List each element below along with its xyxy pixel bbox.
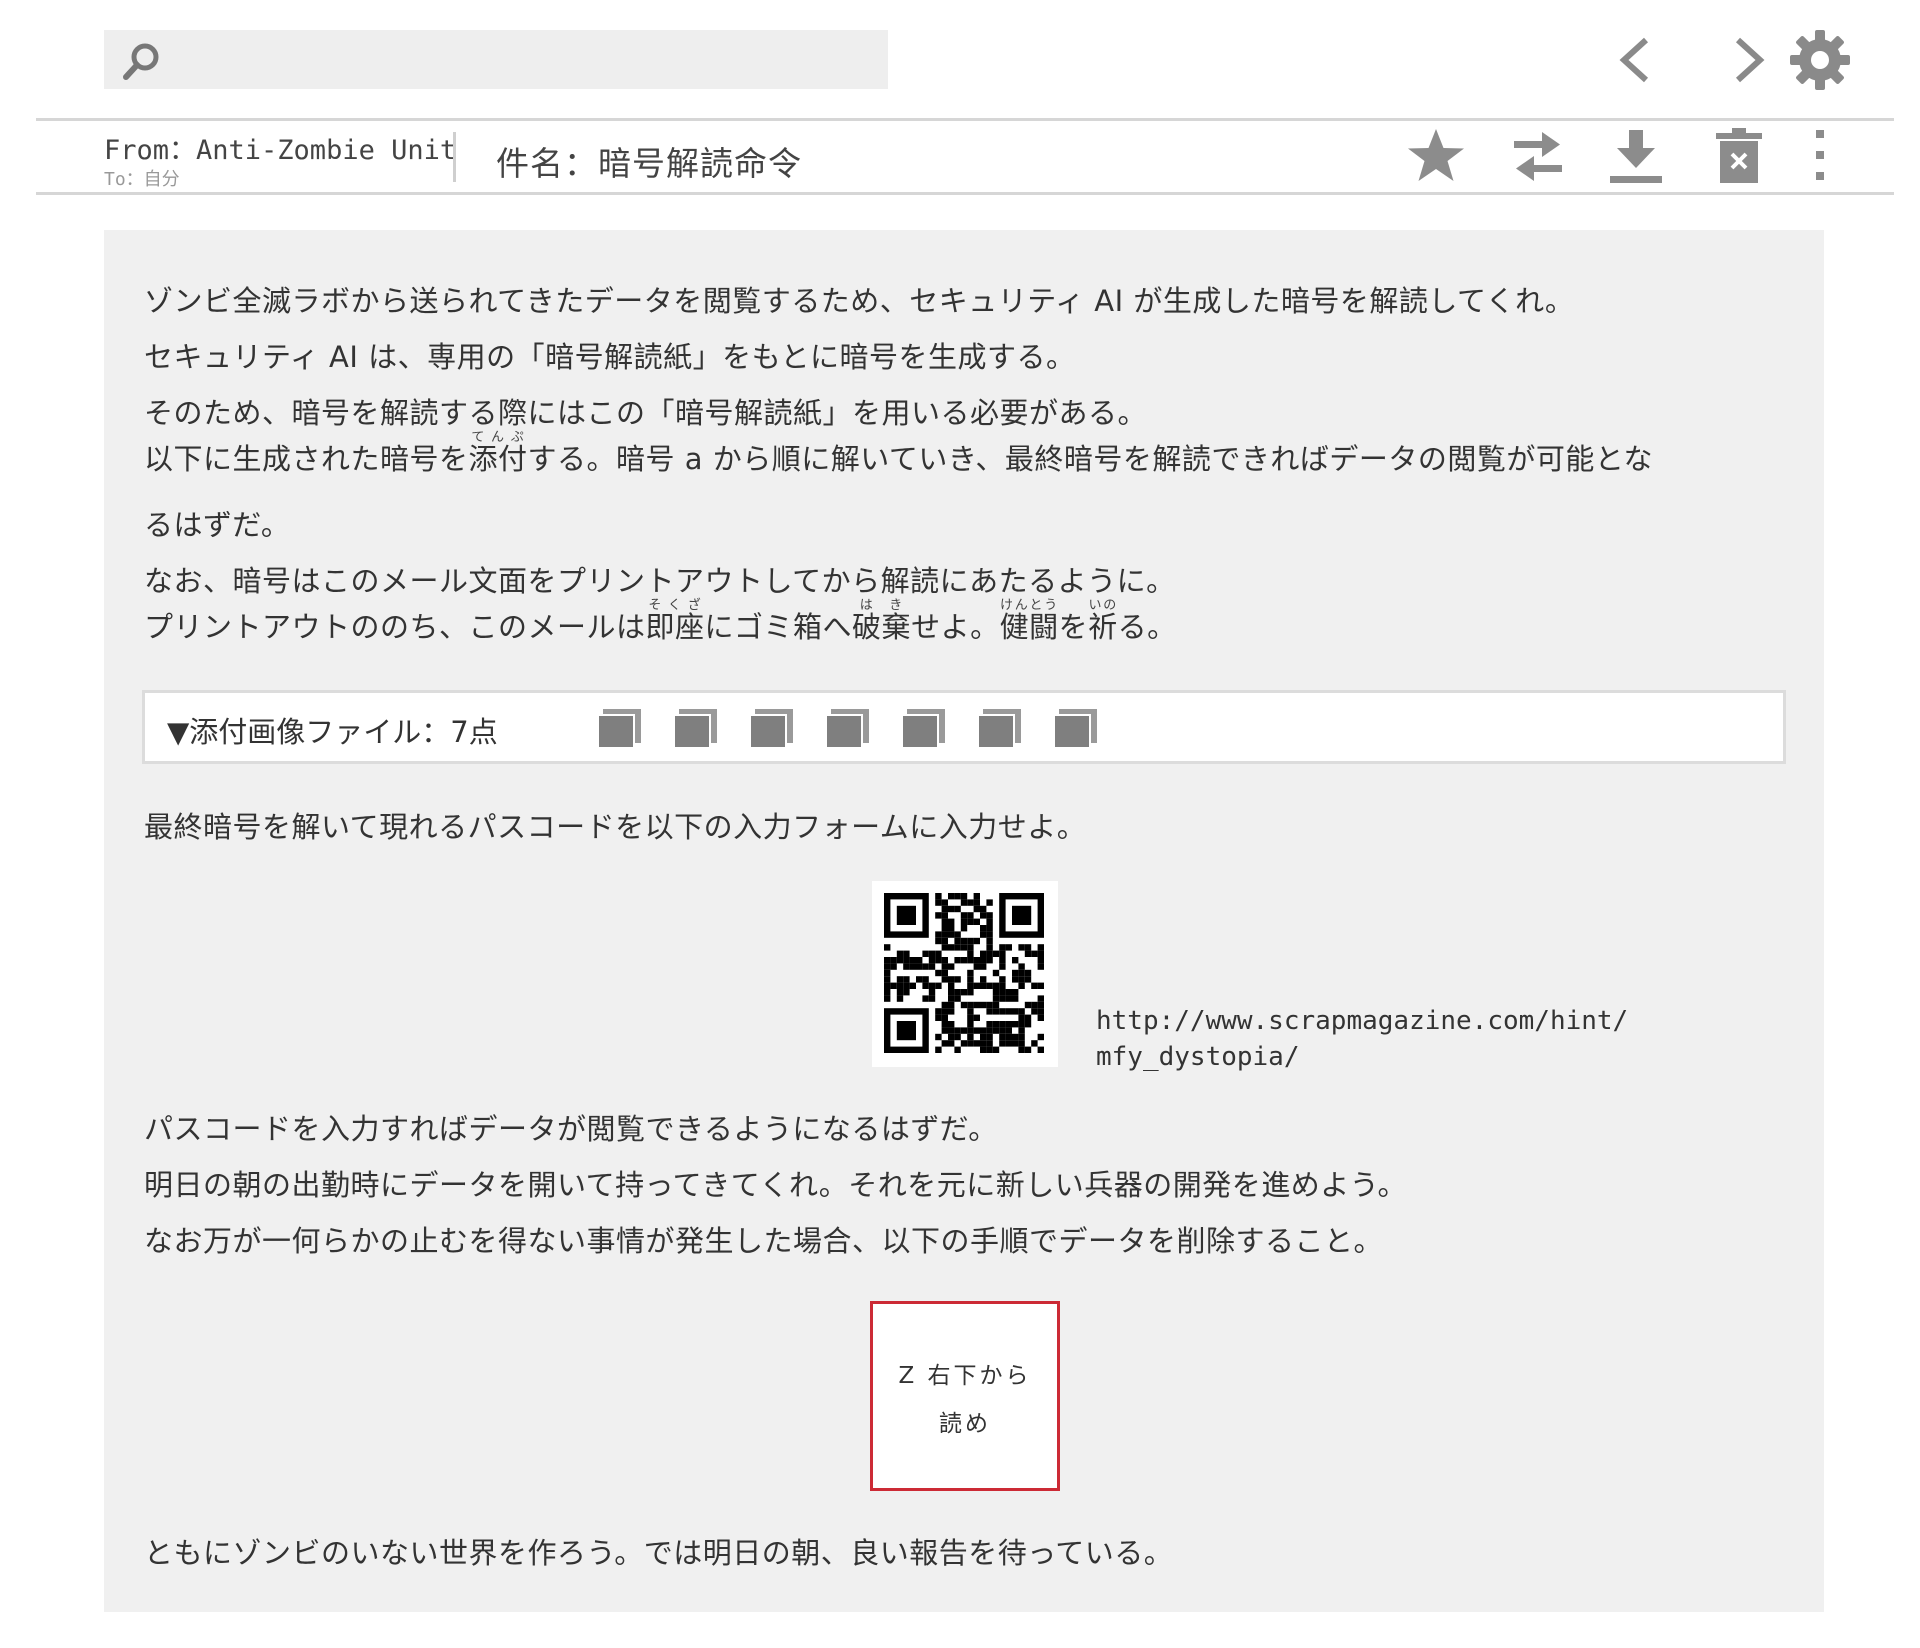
body-paragraph: ゾンビ全滅ラボから送られてきたデータを閲覧するため、セキュリティ AI が生成し…	[144, 284, 1575, 318]
body-paragraph: 明日の朝の出勤時にデータを開いて持ってきてくれ。それを元に新しい兵器の開発を進め…	[144, 1168, 1407, 1202]
body-paragraph: なお万が一何らかの止むを得ない事情が発生した場合、以下の手順でデータを削除するこ…	[144, 1224, 1384, 1258]
chevron-right-icon[interactable]	[1724, 28, 1776, 92]
swap-icon[interactable]	[1508, 124, 1568, 188]
search-input[interactable]	[104, 30, 888, 89]
body-paragraph: 最終暗号を解いて現れるパスコードを以下の入力フォームに入力せよ。	[144, 810, 1087, 844]
body-paragraph: 以下に生成された暗号を添付てんぷする。暗号 a から順に解いていき、最終暗号を解…	[144, 430, 1653, 476]
trash-icon[interactable]	[1712, 124, 1766, 188]
body-paragraph: なお、暗号はこのメール文面をプリントアウトしてから解読にあたるように。	[144, 564, 1176, 598]
hint-url-link[interactable]: http://www.scrapmagazine.com/hint/ mfy_d…	[1096, 1003, 1628, 1075]
search-icon[interactable]	[120, 40, 164, 88]
body-paragraph: そのため、暗号を解読する際にはこの「暗号解読紙」を用いる必要がある。	[144, 396, 1148, 430]
attachment-thumbnail-icon[interactable]	[597, 709, 641, 749]
header-top-rule	[36, 118, 1894, 121]
more-vertical-icon[interactable]	[1808, 124, 1832, 188]
attachments-bar: ▼添付画像ファイル：7点	[142, 690, 1786, 764]
attachments-label[interactable]: ▼添付画像ファイル：7点	[167, 709, 498, 751]
qr-code[interactable]	[872, 881, 1058, 1067]
attachment-thumbnail-icon[interactable]	[1053, 709, 1097, 749]
attachment-thumbnail-icon[interactable]	[901, 709, 945, 749]
body-paragraph: るはずだ。	[144, 508, 291, 542]
gear-icon[interactable]	[1788, 28, 1852, 92]
puzzle-card: Z 右下から 読め	[870, 1301, 1060, 1491]
body-paragraph: プリントアウトののち、このメールは即座そくざにゴミ箱へ破棄はきせよ。健闘けんとう…	[144, 598, 1177, 644]
card-line: Z 右下から	[898, 1363, 1032, 1389]
attachment-thumbnail-icon[interactable]	[749, 709, 793, 749]
body-paragraph: セキュリティ AI は、専用の「暗号解読紙」をもとに暗号を生成する。	[144, 340, 1076, 374]
body-paragraph: パスコードを入力すればデータが閲覧できるようになるはずだ。	[144, 1112, 998, 1146]
body-paragraph: ともにゾンビのいない世界を作ろう。では明日の朝、良い報告を待っている。	[144, 1536, 1174, 1570]
attachment-thumbnail-icon[interactable]	[977, 709, 1021, 749]
chevron-left-icon[interactable]	[1608, 28, 1660, 92]
header-divider	[453, 132, 456, 182]
attachment-thumbnail-icon[interactable]	[825, 709, 869, 749]
recipient-line: To：自分	[104, 169, 180, 190]
sender-line: From：Anti-Zombie Unit	[104, 135, 457, 166]
subject-line: 件名：暗号解読命令	[496, 144, 802, 183]
header-bottom-rule	[36, 192, 1894, 195]
card-line: 読め	[939, 1411, 991, 1437]
attachment-thumbnail-icon[interactable]	[673, 709, 717, 749]
star-icon[interactable]	[1404, 124, 1468, 188]
download-icon[interactable]	[1606, 124, 1666, 188]
